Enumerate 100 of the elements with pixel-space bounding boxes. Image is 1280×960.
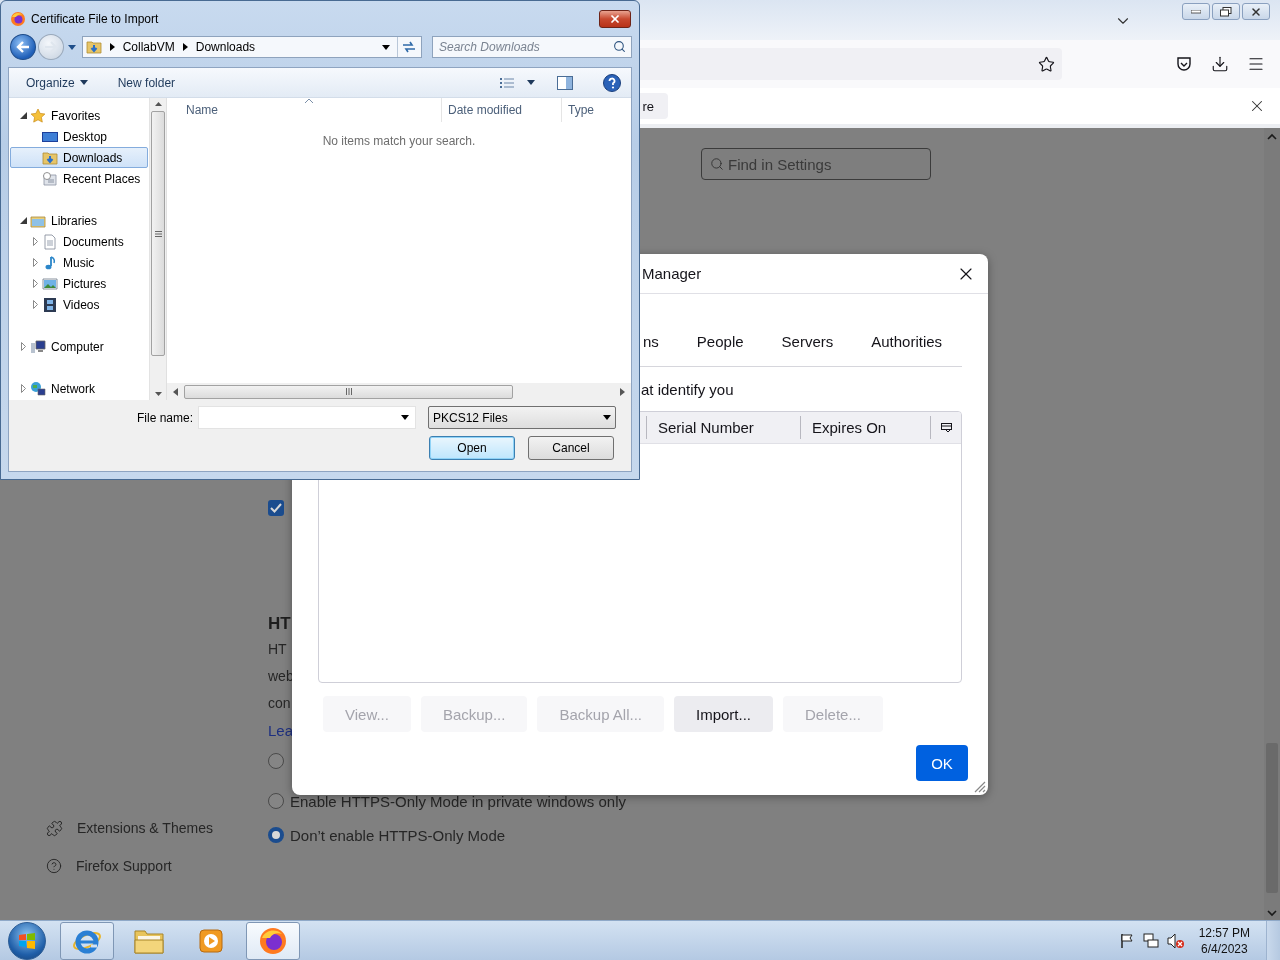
- tree-item[interactable]: Recent Places: [10, 168, 148, 189]
- search-icon: [710, 157, 724, 171]
- column-header[interactable]: Date modified: [441, 98, 561, 122]
- breadcrumb[interactable]: Downloads: [191, 40, 260, 54]
- preview-pane-icon[interactable]: [557, 75, 573, 90]
- collapse-arrow-icon[interactable]: [19, 217, 27, 224]
- checkmark-icon: [270, 503, 282, 513]
- muted-speaker-icon[interactable]: [1166, 932, 1185, 949]
- scroll-right-icon: [620, 387, 625, 396]
- caret-icon: [527, 80, 535, 85]
- radio-button[interactable]: [268, 753, 284, 769]
- resize-grip-icon[interactable]: [972, 779, 986, 793]
- flag-icon[interactable]: [1118, 932, 1135, 949]
- tree-item[interactable]: Videos: [10, 294, 148, 315]
- checkbox[interactable]: [268, 500, 284, 516]
- scroll-down-icon[interactable]: [154, 392, 162, 396]
- download-icon[interactable]: [1211, 55, 1229, 73]
- ok-button[interactable]: OK: [916, 745, 968, 781]
- file-name-field[interactable]: [198, 406, 416, 429]
- scrollbar-thumb[interactable]: [151, 111, 165, 356]
- column-header[interactable]: Type: [561, 98, 631, 122]
- tree-item[interactable]: Network: [10, 378, 148, 399]
- tab[interactable]: Servers: [781, 330, 834, 366]
- clock[interactable]: 12:57 PM 6/4/2023: [1198, 924, 1250, 957]
- dialog-button[interactable]: Cancel: [528, 436, 614, 460]
- text-line: HT: [268, 640, 287, 659]
- expand-arrow-icon[interactable]: [32, 258, 38, 267]
- tree-item[interactable]: Computer: [10, 336, 148, 357]
- window-title: Certificate File to Import: [31, 12, 159, 26]
- scroll-down-icon[interactable]: [1267, 908, 1277, 918]
- dialog-title: Manager: [642, 265, 702, 282]
- search-field[interactable]: Search Downloads: [432, 36, 632, 58]
- close-icon: [1250, 5, 1262, 18]
- downloads-folder-icon: [42, 149, 58, 166]
- fox-globe-icon: [10, 11, 26, 27]
- column-header[interactable]: Serial Number: [646, 416, 800, 439]
- taskbar-button[interactable]: [246, 921, 300, 960]
- scrollbar-thumb[interactable]: [184, 384, 513, 399]
- column-header[interactable]: Name: [167, 98, 441, 122]
- tree-item[interactable]: Documents: [10, 231, 148, 252]
- caret-icon: [603, 415, 611, 420]
- restore-button[interactable]: [1212, 3, 1240, 20]
- menu-icon[interactable]: [1247, 55, 1265, 73]
- section-heading: HT: [268, 613, 291, 635]
- scroll-up-icon[interactable]: [1267, 132, 1277, 142]
- file-type-dropdown[interactable]: PKCS12 Files: [428, 406, 616, 429]
- computer-icon: [30, 338, 46, 355]
- new-folder-button[interactable]: New folder: [117, 75, 176, 90]
- tab[interactable]: Authorities: [871, 330, 943, 366]
- search-field[interactable]: Find in Settings: [701, 148, 931, 180]
- scrollbar[interactable]: [149, 98, 166, 400]
- column-header[interactable]: Expires On: [800, 416, 930, 439]
- expand-arrow-icon[interactable]: [32, 237, 38, 246]
- tree-item[interactable]: Pictures: [10, 273, 148, 294]
- tree-item[interactable]: Libraries: [10, 210, 148, 231]
- taskbar-button[interactable]: [60, 921, 114, 960]
- sidebar-item[interactable]: Extensions & Themes: [46, 809, 268, 847]
- tree-item[interactable]: Desktop: [10, 126, 148, 147]
- column-picker-icon[interactable]: [940, 422, 952, 433]
- tree-item[interactable]: Favorites: [10, 105, 148, 126]
- expand-arrow-icon[interactable]: [32, 279, 38, 288]
- refresh-arrows-icon: [402, 41, 417, 53]
- scroll-up-icon[interactable]: [154, 102, 162, 106]
- network-icon[interactable]: [1142, 932, 1159, 949]
- tab[interactable]: ns: [643, 330, 659, 366]
- expand-arrow-icon[interactable]: [20, 342, 26, 351]
- chevron-icon: [109, 43, 115, 51]
- radio-label: Enable HTTPS-Only Mode in private windows only: [290, 792, 626, 810]
- tab[interactable]: People: [696, 330, 744, 366]
- collapse-arrow-icon[interactable]: [19, 112, 27, 119]
- minimize-icon: [1191, 9, 1201, 14]
- dialog-button[interactable]: Import...: [674, 696, 774, 732]
- sort-caret-icon: [305, 98, 313, 103]
- star-icon[interactable]: [1038, 55, 1055, 73]
- document-icon: [42, 233, 58, 250]
- pocket-icon[interactable]: [1176, 56, 1192, 72]
- recent-places-icon: [42, 170, 58, 187]
- close-button[interactable]: [1242, 3, 1270, 20]
- address-bar[interactable]: CollabVM Downloads: [81, 36, 422, 58]
- tree-item[interactable]: Downloads: [10, 147, 148, 168]
- back-button[interactable]: [10, 34, 36, 60]
- downloads-folder-icon: [85, 39, 102, 55]
- sidebar-item[interactable]: Firefox Support: [46, 847, 268, 885]
- fox-globe-icon: [258, 925, 288, 956]
- organize-button[interactable]: Organize: [26, 75, 88, 90]
- tree-item[interactable]: Music: [10, 252, 148, 273]
- breadcrumb[interactable]: CollabVM: [118, 40, 179, 54]
- expand-arrow-icon[interactable]: [32, 300, 38, 309]
- caret-icon: [382, 44, 390, 50]
- scrollbar[interactable]: [1264, 128, 1280, 920]
- back-arrow-icon: [15, 41, 30, 53]
- view-list-icon[interactable]: [499, 76, 515, 89]
- close-button[interactable]: [599, 10, 631, 28]
- radio-button[interactable]: [268, 793, 284, 809]
- dialog-button[interactable]: Open: [429, 436, 515, 460]
- help-icon[interactable]: [603, 73, 621, 92]
- start-button[interactable]: [8, 921, 46, 960]
- radio-button[interactable]: [268, 827, 284, 843]
- scrollbar[interactable]: [167, 383, 631, 400]
- expand-arrow-icon[interactable]: [20, 384, 26, 393]
